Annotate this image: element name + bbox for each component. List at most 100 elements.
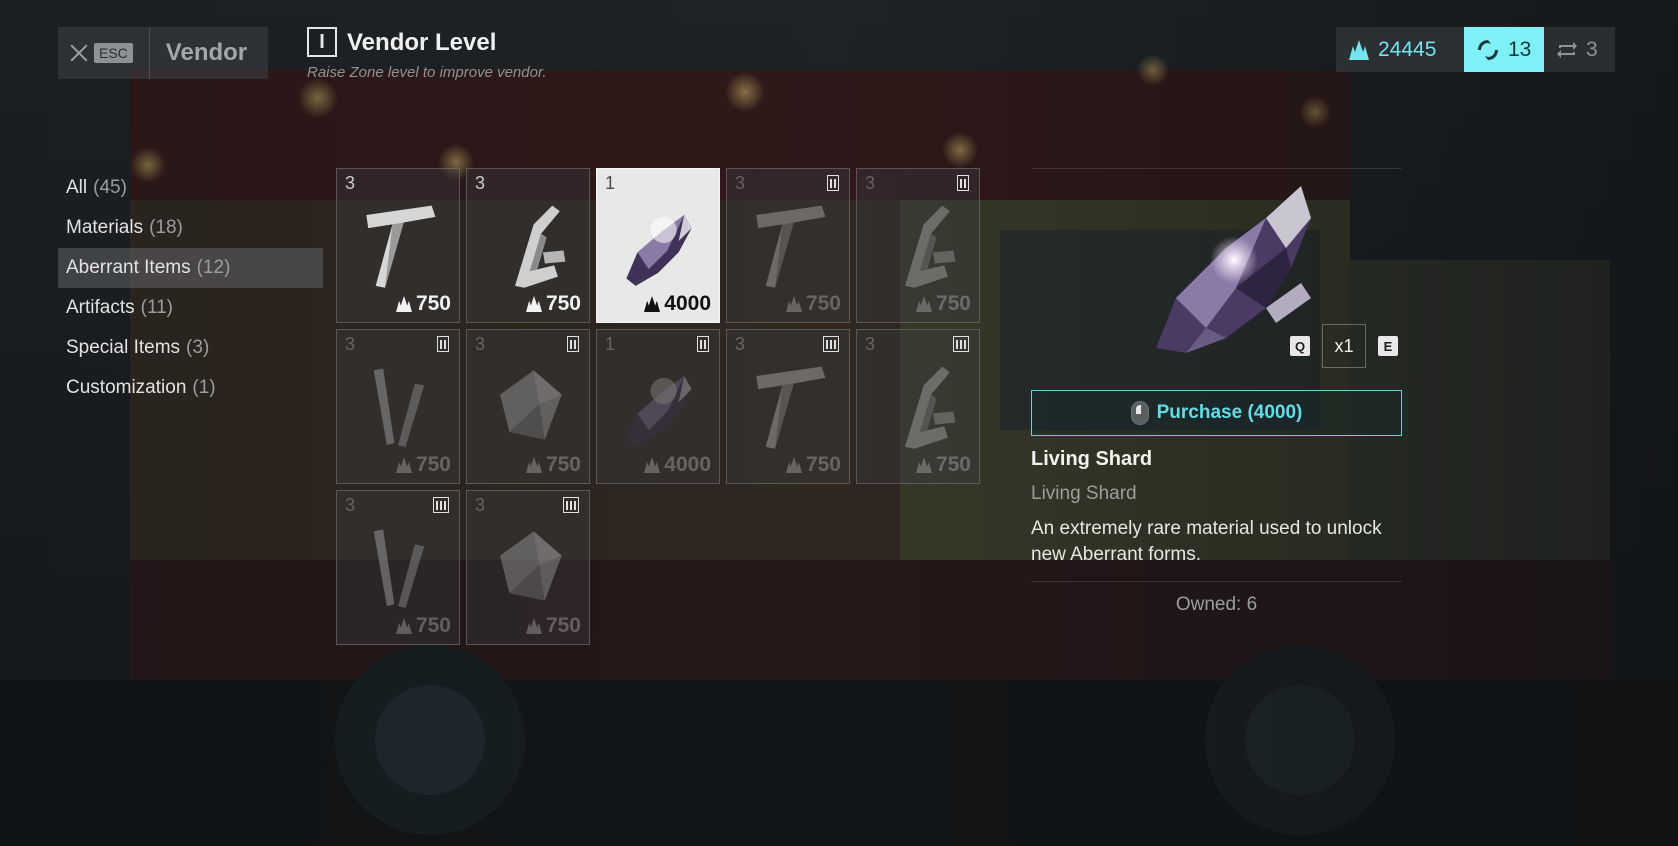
quantity-stepper: Q x1 E (1290, 324, 1398, 368)
category-label: Materials (66, 217, 144, 238)
item-price-value: 750 (545, 292, 581, 315)
item-stock-count: 3 (865, 334, 876, 354)
item-price-value: 750 (545, 453, 581, 476)
item-price-value: 750 (805, 453, 841, 476)
currency-bar: 24445 13 3 (1336, 27, 1615, 72)
currency-value: 24445 (1378, 37, 1437, 61)
vendor-item-slot[interactable]: 3 750 (726, 168, 850, 323)
item-stock-count: 3 (475, 334, 486, 354)
tier-lock-icon (953, 336, 969, 352)
item-price-value: 750 (935, 292, 971, 315)
item-price: 750 (915, 292, 971, 316)
vendor-level-title: Vendor Level (347, 29, 497, 56)
category-count: (12) (196, 257, 231, 278)
decrease-quantity-key[interactable]: Q (1290, 336, 1310, 356)
shard-v-image (373, 529, 425, 608)
detail-divider (1031, 581, 1402, 582)
vendor-item-slot[interactable]: 1 4000 (596, 168, 720, 323)
crystal-currency-icon (395, 296, 412, 312)
living-shard-image (626, 215, 692, 286)
category-label: All (66, 177, 88, 198)
living-shard-image (626, 376, 692, 447)
crystal-currency-icon (915, 296, 932, 312)
crystal-currency-icon (525, 618, 542, 634)
close-icon[interactable] (68, 42, 90, 64)
item-stock-count: 3 (345, 173, 356, 193)
currency-refresh-tokens: 3 (1544, 27, 1615, 72)
item-name: Living Shard (1031, 448, 1153, 470)
purchase-label: Purchase (4000) (1156, 402, 1303, 423)
shard-v-image (373, 368, 425, 447)
category-customization[interactable]: Customization (1) (58, 368, 323, 408)
item-description: An extremely rare material used to unloc… (1031, 518, 1382, 565)
item-price: 750 (785, 292, 841, 316)
esc-key-hint[interactable]: ESC (94, 43, 133, 63)
header-divider (148, 27, 150, 79)
vendor-item-slot[interactable]: 3 750 (336, 329, 460, 484)
vendor-item-slot[interactable]: 3 750 (856, 329, 980, 484)
item-price: 4000 (643, 453, 711, 477)
crystal-currency-icon (395, 618, 412, 634)
vendor-level-subtitle: Raise Zone level to improve vendor. (307, 64, 547, 81)
mouse-left-click-icon (1130, 401, 1149, 425)
item-price: 750 (785, 453, 841, 477)
shard-chunk-image (500, 531, 562, 601)
vendor-item-slot[interactable]: 3 750 (466, 490, 590, 645)
item-price: 750 (525, 453, 581, 477)
detail-divider (1031, 168, 1402, 169)
vendor-item-slot[interactable]: 3 750 (336, 490, 460, 645)
item-stock-count: 3 (735, 334, 746, 354)
item-price: 750 (915, 453, 971, 477)
category-count: (18) (149, 217, 183, 238)
item-stock-count: 3 (345, 334, 356, 354)
item-stock-count: 1 (605, 173, 616, 193)
item-price: 750 (395, 292, 451, 316)
category-label: Aberrant Items (66, 257, 191, 278)
category-materials[interactable]: Materials (18) (58, 208, 323, 248)
item-price: 4000 (643, 292, 711, 316)
shard-t-image (366, 205, 436, 288)
increase-quantity-key[interactable]: E (1378, 336, 1398, 356)
vendor-item-slot[interactable]: 3 750 (466, 329, 590, 484)
crystal-currency-icon (644, 457, 661, 473)
tier-lock-icon (957, 175, 969, 191)
category-aberrant-items[interactable]: Aberrant Items (12) (58, 248, 323, 288)
vendor-item-slot[interactable]: 3 750 (726, 329, 850, 484)
category-label: Artifacts (66, 297, 135, 318)
item-price-value: 750 (415, 614, 451, 637)
currency-value: 3 (1586, 37, 1598, 61)
crystal-currency-icon (395, 457, 412, 473)
currency-value: 13 (1508, 37, 1532, 61)
item-price-value: 750 (935, 453, 971, 476)
currency-cycle-tokens: 13 (1464, 27, 1544, 72)
shard-claw-image (905, 366, 956, 449)
vendor-item-slot[interactable]: 1 4000 (596, 329, 720, 484)
tier-lock-icon (563, 497, 579, 513)
vendor-item-slot[interactable]: 3 750 (856, 168, 980, 323)
category-list: All (45) Materials (18) Aberrant Items (12)… (58, 168, 323, 408)
category-count: (45) (93, 177, 127, 198)
vendor-level-icon: I (307, 27, 337, 57)
refresh-token-icon (1557, 41, 1577, 58)
crystal-currency-icon (785, 457, 802, 473)
item-price: 750 (525, 292, 581, 316)
item-price-value: 4000 (664, 453, 711, 476)
purchase-button[interactable]: Purchase (4000) (1031, 390, 1402, 436)
tier-lock-icon (697, 336, 709, 352)
item-price-value: 4000 (664, 292, 711, 315)
vendor-item-slot[interactable]: 3 750 (336, 168, 460, 323)
tier-lock-icon (437, 336, 449, 352)
item-price: 750 (395, 614, 451, 638)
quantity-value: x1 (1322, 324, 1366, 368)
vendor-item-slot[interactable]: 3 750 (466, 168, 590, 323)
category-special-items[interactable]: Special Items (3) (58, 328, 323, 368)
cycle-token-icon (1478, 39, 1498, 60)
category-all[interactable]: All (45) (58, 168, 323, 208)
category-count: (11) (140, 297, 174, 318)
currency-crystals: 24445 (1336, 27, 1464, 72)
category-artifacts[interactable]: Artifacts (11) (58, 288, 323, 328)
item-stock-count: 3 (475, 495, 486, 515)
crystal-currency-icon (525, 457, 542, 473)
tier-lock-icon (827, 175, 839, 191)
item-stock-count: 3 (865, 173, 876, 193)
